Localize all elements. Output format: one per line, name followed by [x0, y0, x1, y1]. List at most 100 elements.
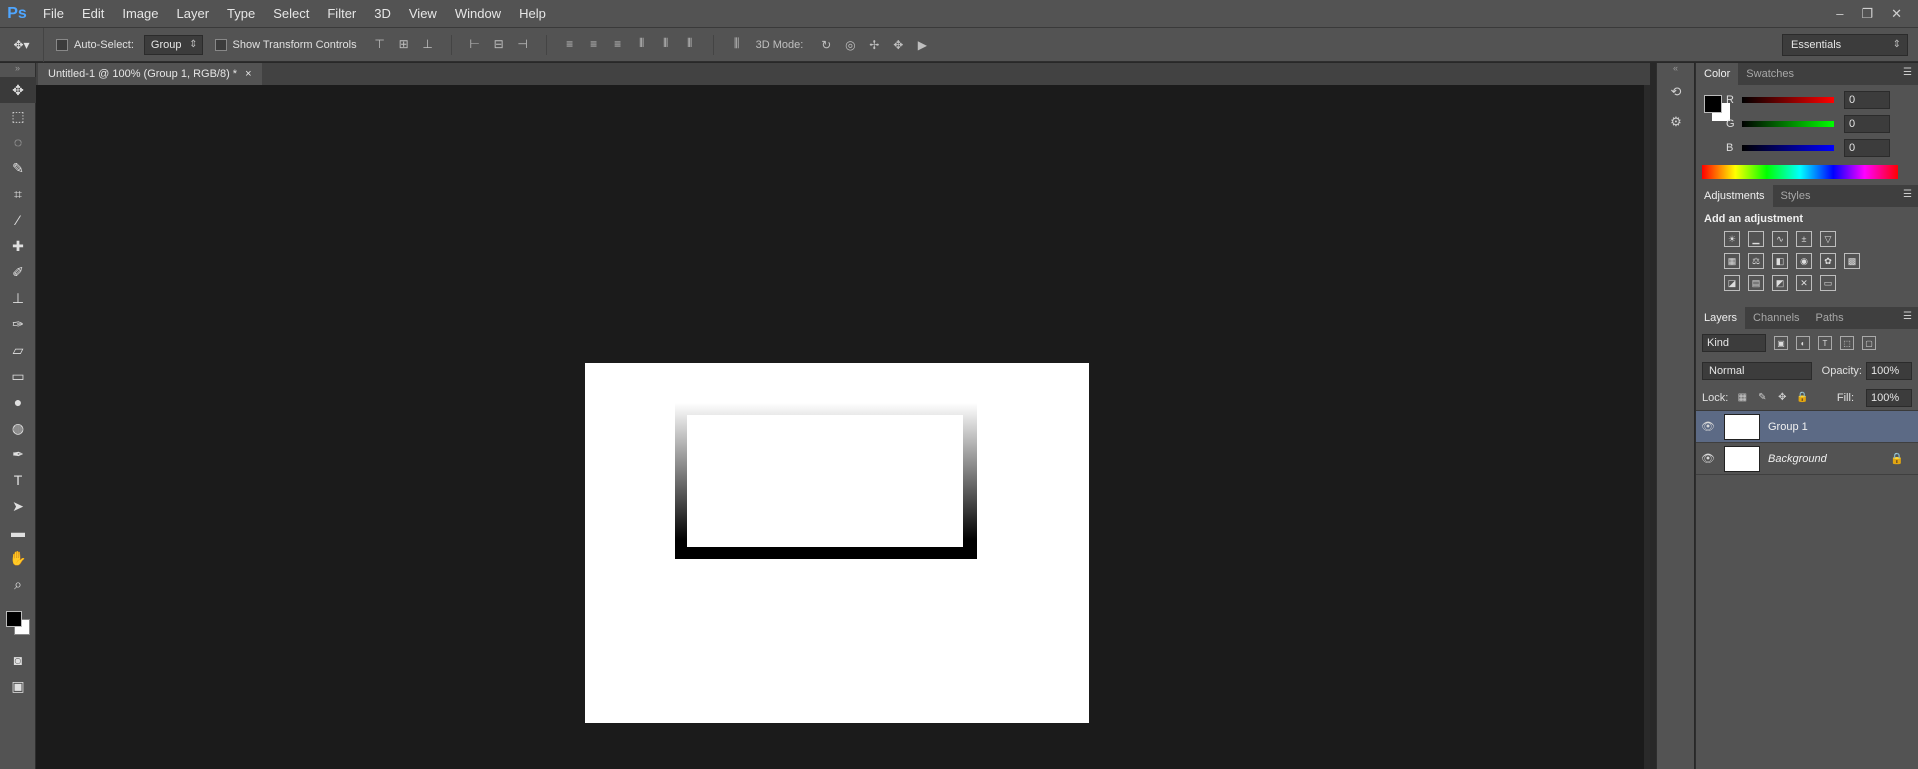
align-right-icon[interactable]: ⊣	[514, 35, 532, 53]
brush-tool-icon[interactable]: ✐	[0, 259, 36, 285]
distribute-hcenter-icon[interactable]: ⫴	[657, 35, 675, 53]
menu-layer[interactable]: Layer	[168, 0, 219, 28]
align-vcenter-icon[interactable]: ⊞	[395, 35, 413, 53]
tab-channels[interactable]: Channels	[1745, 307, 1807, 329]
dodge-tool-icon[interactable]: ◍	[0, 415, 36, 441]
filter-pixel-icon[interactable]: ▣	[1774, 336, 1788, 350]
eyedropper-tool-icon[interactable]: ⁄	[0, 207, 36, 233]
distribute-top-icon[interactable]: ≡	[561, 35, 579, 53]
layer-kind-dropdown[interactable]: Kind	[1702, 334, 1766, 352]
align-bottom-icon[interactable]: ⊥	[419, 35, 437, 53]
channel-mixer-icon[interactable]: ✿	[1820, 253, 1836, 269]
menu-select[interactable]: Select	[264, 0, 318, 28]
opacity-field[interactable]: 100%	[1866, 362, 1912, 380]
canvas-area[interactable]	[36, 85, 1650, 769]
distribute-right-icon[interactable]: ⫴	[681, 35, 699, 53]
rectangle-tool-icon[interactable]: ▬	[0, 519, 36, 545]
quick-select-tool-icon[interactable]: ✎	[0, 155, 36, 181]
tab-adjustments[interactable]: Adjustments	[1696, 185, 1773, 207]
move-tool-preset-icon[interactable]: ✥▾	[0, 27, 44, 62]
blend-mode-dropdown[interactable]: Normal	[1702, 362, 1812, 380]
fill-field[interactable]: 100%	[1866, 388, 1912, 407]
curves-icon[interactable]: ∿	[1772, 231, 1788, 247]
history-panel-icon[interactable]: ⟲	[1657, 77, 1695, 107]
menu-help[interactable]: Help	[510, 0, 555, 28]
quick-mask-icon[interactable]: ◙	[0, 647, 36, 673]
filter-adjustment-icon[interactable]: ◐	[1796, 336, 1810, 350]
show-transform-checkbox[interactable]	[214, 38, 227, 51]
lock-all-icon[interactable]: 🔒	[1796, 392, 1808, 404]
layer-row[interactable]: 👁 Group 1	[1696, 411, 1918, 443]
3d-scale-icon[interactable]: ▶	[913, 36, 931, 54]
color-balance-icon[interactable]: ⚖	[1748, 253, 1764, 269]
selective-color-icon[interactable]: ✕	[1796, 275, 1812, 291]
auto-select-mode-dropdown[interactable]: Group	[143, 34, 203, 55]
color-panel-foreground[interactable]	[1704, 95, 1722, 113]
eraser-tool-icon[interactable]: ▱	[0, 337, 36, 363]
collapse-panels-icon[interactable]: «	[1657, 63, 1694, 77]
crop-tool-icon[interactable]: ⌗	[0, 181, 36, 207]
lock-position-icon[interactable]: ✥	[1776, 392, 1788, 404]
properties-panel-icon[interactable]: ⚙	[1657, 107, 1695, 137]
3d-drag-icon[interactable]: ✢	[865, 36, 883, 54]
gradient-frame-shape[interactable]	[675, 403, 977, 559]
menu-window[interactable]: Window	[446, 0, 510, 28]
green-value-field[interactable]: 0	[1844, 115, 1890, 133]
tab-paths[interactable]: Paths	[1808, 307, 1852, 329]
screen-mode-icon[interactable]: ▣	[0, 673, 36, 699]
auto-align-icon[interactable]: ⫼	[728, 35, 746, 53]
green-slider[interactable]	[1742, 121, 1834, 127]
foreground-color[interactable]	[6, 611, 22, 627]
clone-stamp-tool-icon[interactable]: ⊥	[0, 285, 36, 311]
move-tool-icon[interactable]: ✥	[0, 77, 36, 103]
document-tab[interactable]: Untitled-1 @ 100% (Group 1, RGB/8) * ×	[38, 63, 262, 85]
menu-type[interactable]: Type	[218, 0, 264, 28]
type-tool-icon[interactable]: T	[0, 467, 36, 493]
invert-icon[interactable]: ◪	[1724, 275, 1740, 291]
panel-menu-icon[interactable]: ☰	[1903, 311, 1912, 322]
blue-slider[interactable]	[1742, 145, 1834, 151]
close-window-icon[interactable]: ✕	[1891, 6, 1902, 22]
gradient-map-icon[interactable]: ▭	[1820, 275, 1836, 291]
blur-tool-icon[interactable]: ●	[0, 389, 36, 415]
threshold-icon[interactable]: ◩	[1772, 275, 1788, 291]
filter-shape-icon[interactable]: ⬚	[1840, 336, 1854, 350]
menu-edit[interactable]: Edit	[73, 0, 113, 28]
collapse-toolbar-icon[interactable]: »	[0, 63, 35, 77]
menu-filter[interactable]: Filter	[318, 0, 365, 28]
3d-roll-icon[interactable]: ◎	[841, 36, 859, 54]
posterize-icon[interactable]: ▤	[1748, 275, 1764, 291]
menu-view[interactable]: View	[400, 0, 446, 28]
restore-icon[interactable]: ❐	[1861, 6, 1873, 22]
align-left-icon[interactable]: ⊢	[466, 35, 484, 53]
photo-filter-icon[interactable]: ◉	[1796, 253, 1812, 269]
menu-file[interactable]: File	[34, 0, 73, 28]
lock-transparent-icon[interactable]: ▦	[1736, 392, 1748, 404]
history-brush-tool-icon[interactable]: ✑	[0, 311, 36, 337]
filter-smart-object-icon[interactable]: ▢	[1862, 336, 1876, 350]
panel-menu-icon[interactable]: ☰	[1903, 189, 1912, 200]
visibility-eye-icon[interactable]: 👁	[1696, 420, 1720, 433]
close-tab-icon[interactable]: ×	[245, 63, 251, 85]
gradient-tool-icon[interactable]: ▭	[0, 363, 36, 389]
panel-menu-icon[interactable]: ☰	[1903, 67, 1912, 78]
distribute-bottom-icon[interactable]: ≡	[609, 35, 627, 53]
exposure-icon[interactable]: ±	[1796, 231, 1812, 247]
align-top-icon[interactable]: ⊤	[371, 35, 389, 53]
menu-image[interactable]: Image	[113, 0, 167, 28]
menu-3d[interactable]: 3D	[365, 0, 400, 28]
lasso-tool-icon[interactable]: ◌	[0, 129, 36, 155]
lock-image-icon[interactable]: ✎	[1756, 392, 1768, 404]
path-selection-tool-icon[interactable]: ➤	[0, 493, 36, 519]
color-spectrum-bar[interactable]	[1702, 165, 1898, 179]
vibrance-icon[interactable]: ▽	[1820, 231, 1836, 247]
color-lookup-icon[interactable]: ▩	[1844, 253, 1860, 269]
distribute-vcenter-icon[interactable]: ≡	[585, 35, 603, 53]
tab-color[interactable]: Color	[1696, 63, 1739, 85]
distribute-left-icon[interactable]: ⫴	[633, 35, 651, 53]
workspace-dropdown[interactable]: Essentials	[1782, 34, 1908, 56]
blue-value-field[interactable]: 0	[1844, 139, 1890, 157]
3d-rotate-icon[interactable]: ↻	[817, 36, 835, 54]
3d-slide-icon[interactable]: ✥	[889, 36, 907, 54]
hand-tool-icon[interactable]: ✋	[0, 545, 36, 571]
